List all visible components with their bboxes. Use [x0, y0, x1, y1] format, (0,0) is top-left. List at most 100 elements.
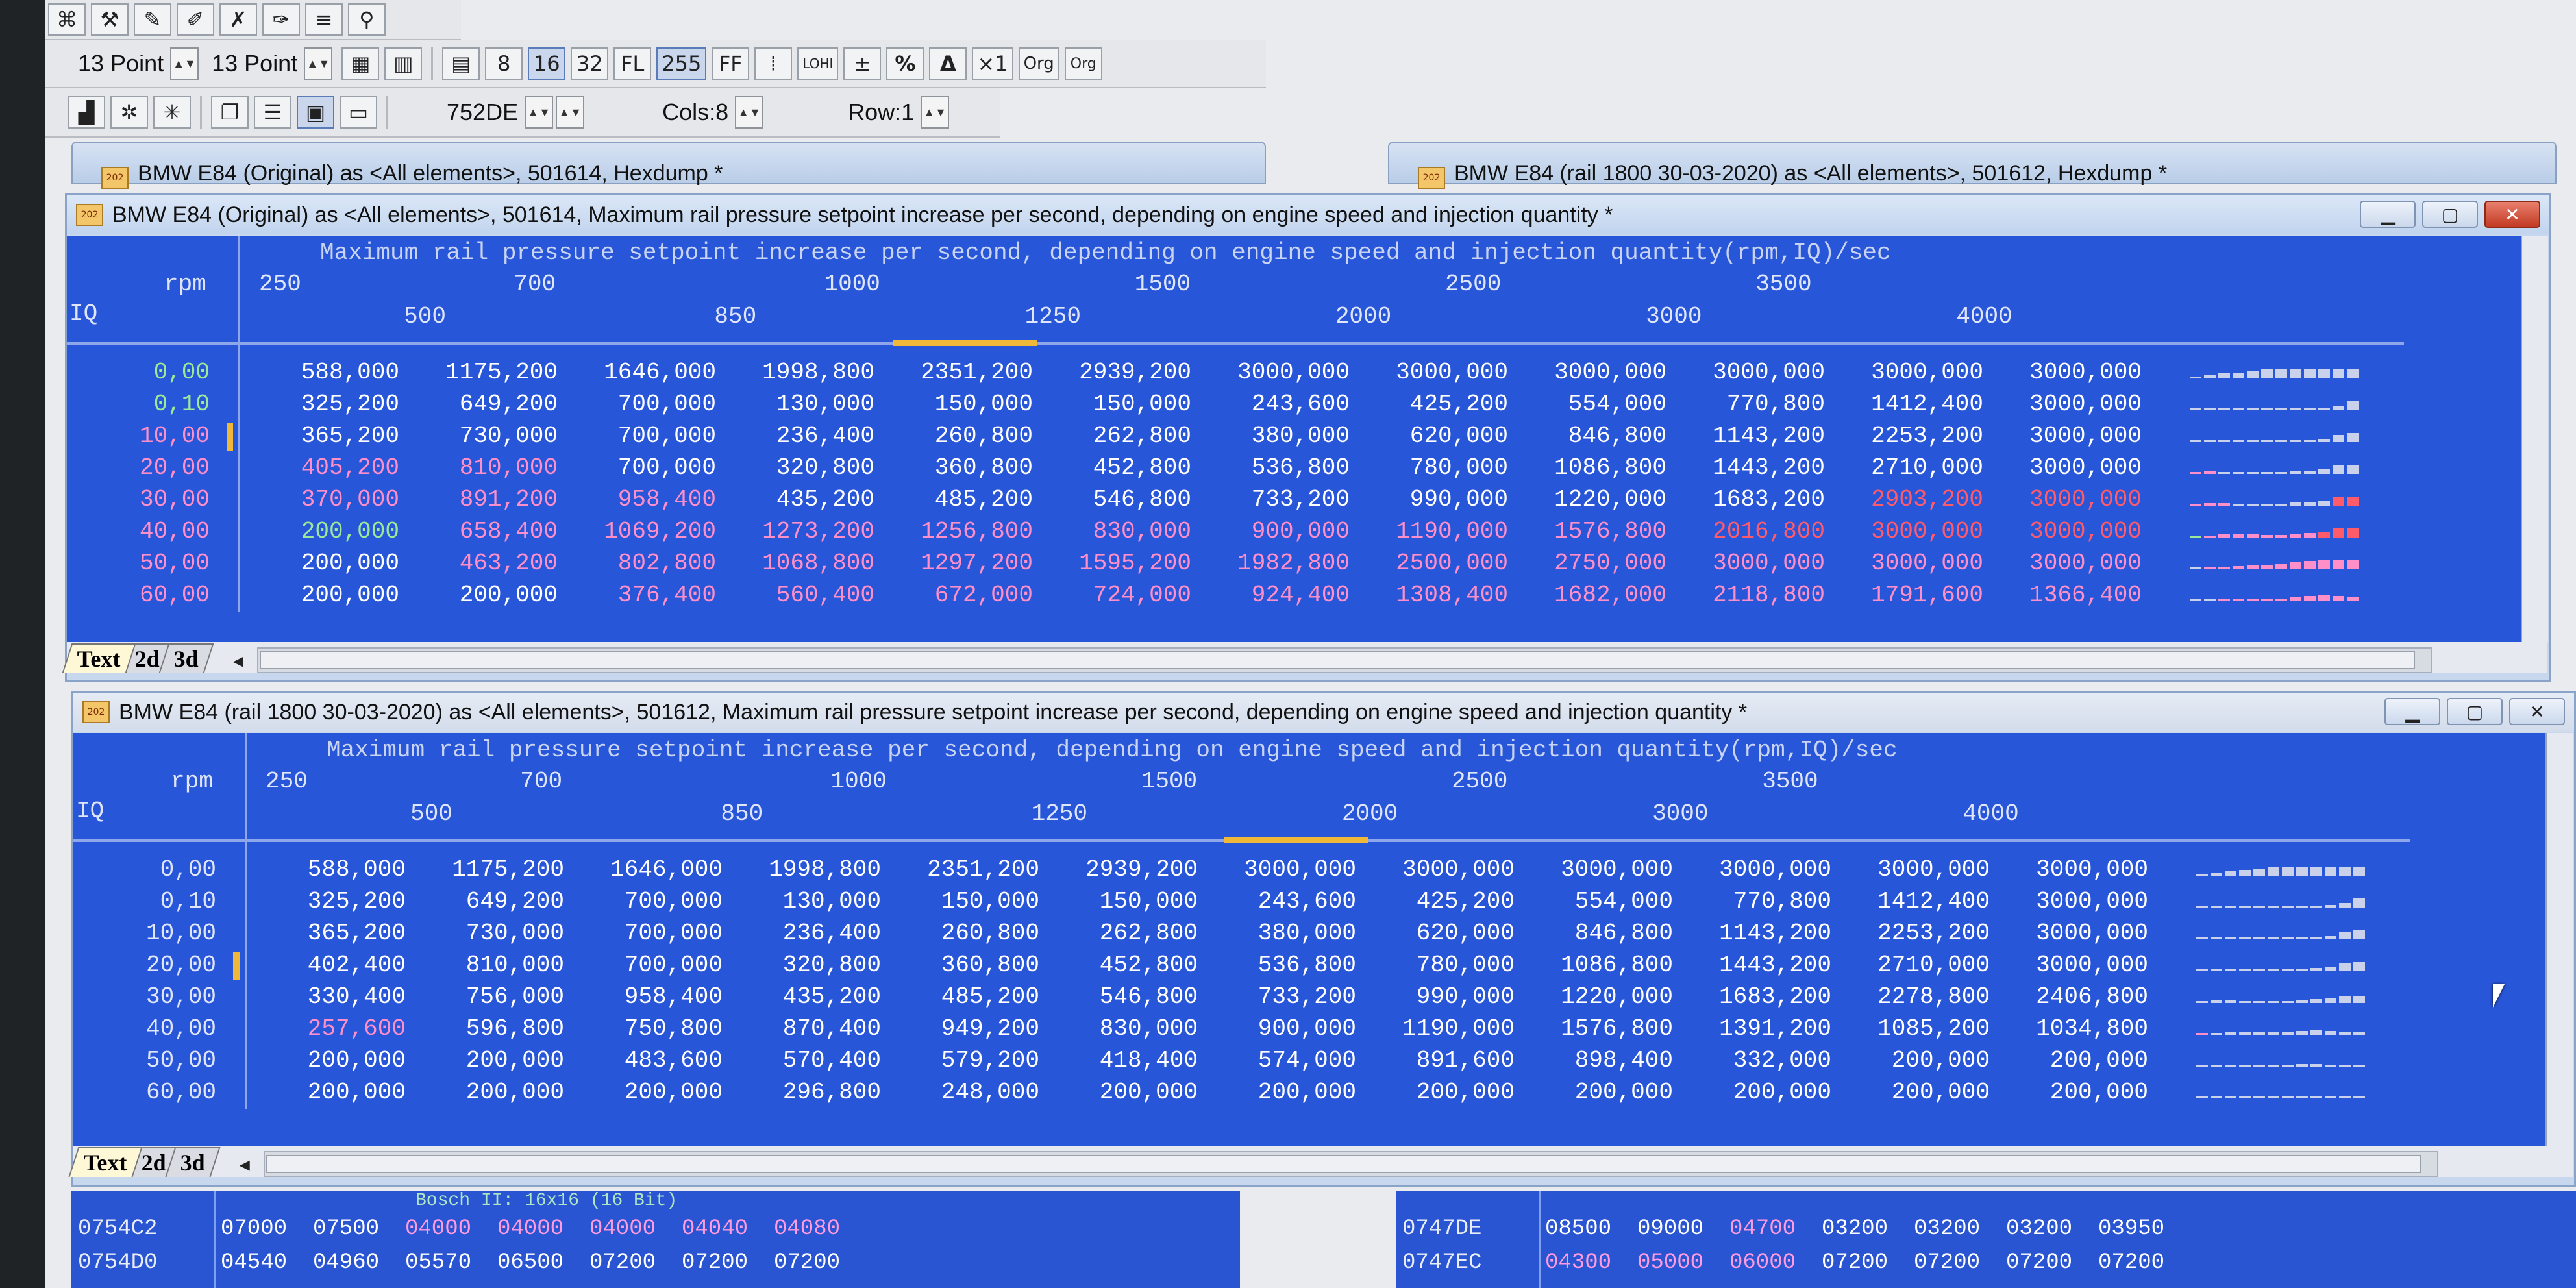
map-value-cell[interactable]: 485,200 — [889, 486, 1033, 513]
map-value-cell[interactable]: 1998,800 — [730, 359, 874, 386]
map-value-cell[interactable]: 130,000 — [730, 391, 874, 417]
map-value-cell[interactable]: 330,400 — [262, 984, 406, 1010]
map-value-cell[interactable]: 1220,000 — [1529, 984, 1673, 1010]
font-size-arrows-2[interactable]: ▲▼ — [304, 47, 333, 80]
hex-value-cell[interactable]: 05000 — [1637, 1250, 1703, 1275]
map-value-cell[interactable]: 891,200 — [414, 486, 558, 513]
horizontal-scrollbar[interactable] — [263, 1151, 2438, 1177]
map-value-cell[interactable]: 435,200 — [737, 984, 881, 1010]
glasses-icon[interactable]: ⌘ — [48, 3, 86, 36]
map-view-icon[interactable]: ▣ — [297, 96, 334, 129]
hexdump-panel-rail[interactable]: 0747DE 08500 09000 04700 03200 03200 03200 0395… — [1396, 1191, 2576, 1288]
wand-plus-icon[interactable]: ✑ — [262, 3, 300, 36]
map-value-cell[interactable]: 3000,000 — [1206, 359, 1350, 386]
map-value-cell[interactable]: 554,000 — [1522, 391, 1666, 417]
delta-button[interactable]: Δ — [929, 47, 967, 80]
map-value-cell[interactable]: 463,200 — [414, 550, 558, 576]
row-arrows[interactable]: ▲▼ — [921, 96, 950, 129]
hex-value-cell[interactable]: 08500 — [1545, 1217, 1611, 1241]
map-value-cell[interactable]: 3000,000 — [2004, 920, 2148, 947]
map-value-cell[interactable]: 770,800 — [1681, 391, 1825, 417]
map-value-cell[interactable]: 200,000 — [1846, 1047, 1990, 1074]
map-value-cell[interactable]: 370,000 — [255, 486, 399, 513]
map-window-original-titlebar[interactable]: 202 BMW E84 (Original) as <All elements>… — [67, 195, 2549, 234]
map-value-cell[interactable]: 200,000 — [262, 1079, 406, 1106]
map-value-cell[interactable]: 380,000 — [1212, 920, 1356, 947]
map-value-cell[interactable]: 949,200 — [895, 1015, 1039, 1042]
tab-3d[interactable]: 3d — [158, 643, 214, 673]
map-value-cell[interactable]: 1220,000 — [1522, 486, 1666, 513]
map-value-cell[interactable]: 2278,800 — [1846, 984, 1990, 1010]
hex-value-cell[interactable]: 07000 — [221, 1217, 287, 1241]
map-value-cell[interactable]: 3000,000 — [1522, 359, 1666, 386]
map-value-cell[interactable]: 924,400 — [1206, 582, 1350, 608]
map-value-cell[interactable]: 1143,200 — [1687, 920, 1831, 947]
map-value-cell[interactable]: 3000,000 — [1998, 486, 2142, 513]
map-value-cell[interactable]: 649,200 — [414, 391, 558, 417]
map-value-cell[interactable]: 3000,000 — [1681, 550, 1825, 576]
hex-value-cell[interactable]: 07200 — [774, 1250, 840, 1275]
map-value-cell[interactable]: 262,800 — [1047, 423, 1191, 449]
map-value-cell[interactable]: 958,400 — [578, 984, 723, 1010]
map-value-cell[interactable]: 958,400 — [572, 486, 716, 513]
map-value-cell[interactable]: 1069,200 — [572, 518, 716, 545]
map-value-cell[interactable]: 1086,800 — [1522, 454, 1666, 481]
hex-value-cell[interactable]: 07200 — [1822, 1250, 1888, 1275]
map-value-cell[interactable]: 200,000 — [420, 1047, 564, 1074]
bits-32-button[interactable]: 32 — [571, 47, 609, 80]
maximize-button[interactable]: ▢ — [2447, 698, 2503, 725]
map-value-cell[interactable]: 360,800 — [889, 454, 1033, 481]
map-value-cell[interactable]: 560,400 — [730, 582, 874, 608]
map-value-cell[interactable]: 200,000 — [1687, 1079, 1831, 1106]
map-value-cell[interactable]: 830,000 — [1054, 1015, 1198, 1042]
map-value-cell[interactable]: 672,000 — [889, 582, 1033, 608]
map-value-cell[interactable]: 360,800 — [895, 952, 1039, 978]
binary-icon[interactable]: ⁞ — [754, 47, 793, 80]
map-value-cell[interactable]: 700,000 — [578, 888, 723, 915]
map-value-cell[interactable]: 260,800 — [895, 920, 1039, 947]
wand-icon[interactable]: ✎ — [134, 3, 171, 36]
close-button[interactable]: ✕ — [2484, 201, 2540, 228]
map-value-cell[interactable]: 870,400 — [737, 1015, 881, 1042]
font-size-spinner-2[interactable]: 13 Point ▲▼ — [212, 47, 333, 80]
map-value-cell[interactable]: 150,000 — [1054, 888, 1198, 915]
hex-value-cell[interactable]: 04700 — [1729, 1217, 1796, 1241]
map-value-cell[interactable]: 1443,200 — [1681, 454, 1825, 481]
hex-ff-button[interactable]: FF — [712, 47, 750, 80]
map-value-cell[interactable]: 900,000 — [1212, 1015, 1356, 1042]
scroll-left-icon[interactable]: ◂ — [235, 1151, 254, 1177]
map-value-cell[interactable]: 574,000 — [1212, 1047, 1356, 1074]
map-value-cell[interactable]: 200,000 — [2004, 1079, 2148, 1106]
hex-value-cell[interactable]: 05570 — [405, 1250, 471, 1275]
tab-text[interactable]: Text — [62, 643, 136, 673]
map-value-cell[interactable]: 262,800 — [1054, 920, 1198, 947]
map-table-original[interactable]: Maximum rail pressure setpoint increase … — [67, 236, 2521, 642]
map-value-cell[interactable]: 2939,200 — [1047, 359, 1191, 386]
map-value-cell[interactable]: 200,000 — [1054, 1079, 1198, 1106]
map-value-cell[interactable]: 1175,200 — [414, 359, 558, 386]
map-value-cell[interactable]: 200,000 — [420, 1079, 564, 1106]
map-value-cell[interactable]: 150,000 — [1047, 391, 1191, 417]
map-value-cell[interactable]: 1443,200 — [1687, 952, 1831, 978]
map-value-cell[interactable]: 365,200 — [255, 423, 399, 449]
hex-value-cell[interactable]: 04000 — [405, 1217, 471, 1241]
map-value-cell[interactable]: 380,000 — [1206, 423, 1350, 449]
map-value-cell[interactable]: 1576,800 — [1529, 1015, 1673, 1042]
horizontal-scrollbar-thumb[interactable] — [259, 651, 2415, 669]
tools-icon[interactable]: ✳ — [153, 96, 191, 129]
map-value-cell[interactable]: 990,000 — [1364, 486, 1508, 513]
maximize-button[interactable]: ▢ — [2422, 201, 2478, 228]
map-value-cell[interactable]: 1682,000 — [1522, 582, 1666, 608]
map-value-cell[interactable]: 1190,000 — [1370, 1015, 1515, 1042]
map-value-cell[interactable]: 3000,000 — [1998, 550, 2142, 576]
tool-icon[interactable]: ⚒ — [91, 3, 129, 36]
map-value-cell[interactable]: 2903,200 — [1839, 486, 1983, 513]
hex-value-cell[interactable]: 04000 — [497, 1217, 564, 1241]
map-value-cell[interactable]: 2351,200 — [889, 359, 1033, 386]
map-table-rail[interactable]: Maximum rail pressure setpoint increase … — [73, 733, 2545, 1146]
horizontal-scrollbar[interactable] — [256, 647, 2432, 673]
map-value-cell[interactable]: 2406,800 — [2004, 984, 2148, 1010]
map-value-cell[interactable]: 243,600 — [1212, 888, 1356, 915]
tab-text[interactable]: Text — [68, 1147, 143, 1177]
hex-value-cell[interactable]: 07500 — [313, 1217, 379, 1241]
